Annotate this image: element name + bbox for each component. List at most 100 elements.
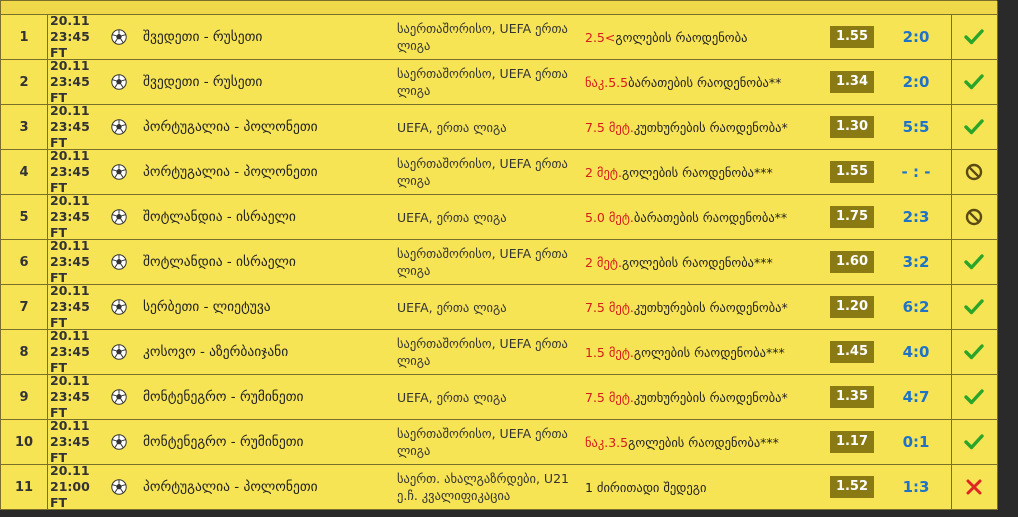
final-score: 5:5 (881, 105, 952, 149)
check-icon (964, 73, 984, 91)
bet-line-highlight: 7.5 მეტ. (585, 299, 634, 315)
match-datetime: 20.11 23:45 FT (50, 373, 110, 420)
match-date: 20.11 (50, 103, 90, 118)
bet-status (952, 420, 996, 464)
row-number: 2 (1, 60, 48, 104)
final-score: 3:2 (881, 240, 952, 284)
match-teams[interactable]: პორტუგალია - პოლონეთი (143, 105, 383, 149)
match-date: 20.11 (50, 13, 90, 28)
table-right-border (997, 1, 998, 510)
table-row-10[interactable]: 10 20.11 23:45 FT მონტენეგრო - რუმინეთი … (1, 418, 997, 465)
odds-value: 1.60 (830, 251, 874, 273)
match-date: 20.11 (50, 463, 90, 478)
odds-badge: 1.55 (830, 150, 874, 194)
match-date: 20.11 (50, 283, 90, 298)
match-teams[interactable]: პორტუგალია - პოლონეთი (143, 150, 383, 194)
match-date: 20.11 (50, 373, 90, 388)
bet-selection: 2.5< გოლების რაოდენობა (585, 15, 825, 59)
odds-value: 1.34 (830, 71, 874, 93)
bet-status (952, 150, 996, 194)
match-datetime: 20.11 23:45 FT (50, 283, 110, 330)
bet-status (952, 375, 996, 419)
league-name: UEFA, ერთა ლიგა (397, 119, 507, 135)
bet-market: კუთხურების რაოდენობა* (633, 299, 788, 315)
table-row-9[interactable]: 9 20.11 23:45 FT მონტენეგრო - რუმინეთი U… (1, 373, 997, 420)
bet-market: გოლების რაოდენობა (615, 29, 748, 45)
soccer-ball-icon (108, 420, 130, 464)
void-icon (965, 208, 983, 226)
bet-market: კუთხურების რაოდენობა* (633, 119, 788, 135)
table-row-1[interactable]: 1 20.11 23:45 FT შვედეთი - რუსეთი საერთა… (1, 13, 997, 60)
match-teams[interactable]: შვედეთი - რუსეთი (143, 60, 383, 104)
bet-selection: ნაკ.3.5 გოლების რაოდენობა*** (585, 420, 825, 464)
odds-value: 1.17 (830, 431, 874, 453)
bet-status (952, 15, 996, 59)
soccer-ball-icon (108, 330, 130, 374)
row-number: 10 (1, 420, 48, 464)
table-row-4[interactable]: 4 20.11 23:45 FT პორტუგალია - პოლონეთი ს… (1, 148, 997, 195)
match-teams[interactable]: მონტენეგრო - რუმინეთი (143, 375, 383, 419)
bet-selection: 5.0 მეტ. ბარათების რაოდენობა** (585, 195, 825, 239)
league-name: საერთაშორისო, UEFA ერთა ლიგა (397, 66, 568, 98)
match-teams[interactable]: სერბეთი - ლიეტუვა (143, 285, 383, 329)
odds-value: 1.30 (830, 116, 874, 138)
bet-line-highlight: 5.0 მეტ. (585, 209, 634, 225)
match-date: 20.11 (50, 418, 90, 433)
bet-line-highlight: 7.5 მეტ. (585, 119, 634, 135)
bet-market: კუთხურების რაოდენობა* (633, 389, 788, 405)
match-datetime: 20.11 23:45 FT (50, 58, 110, 105)
match-teams[interactable]: მონტენეგრო - რუმინეთი (143, 420, 383, 464)
check-icon (964, 118, 984, 136)
match-datetime: 20.11 23:45 FT (50, 148, 110, 195)
table-body: 1 20.11 23:45 FT შვედეთი - რუსეთი საერთა… (1, 13, 997, 510)
match-time-status: 23:45 FT (50, 254, 90, 285)
league-name: საერთ. ახალგაზრდები, U21 ე.ჩ. კვალიფიკაც… (397, 471, 569, 503)
bet-selection: 1 ძირითადი შედეგი (585, 465, 825, 509)
row-number: 4 (1, 150, 48, 194)
table-row-3[interactable]: 3 20.11 23:45 FT პორტუგალია - პოლონეთი U… (1, 103, 997, 150)
match-time-status: 23:45 FT (50, 209, 90, 240)
match-time-status: 23:45 FT (50, 164, 90, 195)
odds-value: 1.45 (830, 341, 874, 363)
odds-badge: 1.34 (830, 60, 874, 104)
final-score: 2:0 (881, 15, 952, 59)
bet-selection: 7.5 მეტ. კუთხურების რაოდენობა* (585, 105, 825, 149)
bet-status (952, 60, 996, 104)
row-number: 7 (1, 285, 48, 329)
odds-value: 1.75 (830, 206, 874, 228)
odds-badge: 1.45 (830, 330, 874, 374)
odds-badge: 1.60 (830, 240, 874, 284)
row-number: 9 (1, 375, 48, 419)
table-row-2[interactable]: 2 20.11 23:45 FT შვედეთი - რუსეთი საერთა… (1, 58, 997, 105)
odds-badge: 1.52 (830, 465, 874, 509)
table-row-7[interactable]: 7 20.11 23:45 FT სერბეთი - ლიეტუვა UEFA,… (1, 283, 997, 330)
match-datetime: 20.11 23:45 FT (50, 328, 110, 375)
match-date: 20.11 (50, 148, 90, 163)
match-teams[interactable]: კოსოვო - აზერბაიჯანი (143, 330, 383, 374)
table-row-5[interactable]: 5 20.11 23:45 FT შოტლანდია - ისრაელი UEF… (1, 193, 997, 240)
soccer-ball-icon (108, 285, 130, 329)
bet-line-highlight: 7.5 მეტ. (585, 389, 634, 405)
table-row-8[interactable]: 8 20.11 23:45 FT კოსოვო - აზერბაიჯანი სა… (1, 328, 997, 375)
soccer-ball-icon (108, 105, 130, 149)
match-datetime: 20.11 23:45 FT (50, 103, 110, 150)
odds-value: 1.55 (830, 26, 874, 48)
odds-badge: 1.17 (830, 420, 874, 464)
final-score: 1:3 (881, 465, 952, 509)
match-teams[interactable]: შოტლანდია - ისრაელი (143, 195, 383, 239)
table-row-11[interactable]: 11 20.11 21:00 FT პორტუგალია - პოლონეთი … (1, 463, 997, 510)
league-name: UEFA, ერთა ლიგა (397, 389, 507, 405)
league-name: საერთაშორისო, UEFA ერთა ლიგა (397, 21, 568, 53)
bet-status (952, 465, 996, 509)
match-teams[interactable]: შოტლანდია - ისრაელი (143, 240, 383, 284)
bet-selection: 7.5 მეტ. კუთხურების რაოდენობა* (585, 285, 825, 329)
match-teams[interactable]: პორტუგალია - პოლონეთი (143, 465, 383, 509)
bet-status (952, 195, 996, 239)
table-row-6[interactable]: 6 20.11 23:45 FT შოტლანდია - ისრაელი საე… (1, 238, 997, 285)
table-top-strip (1, 1, 997, 15)
bet-status (952, 105, 996, 149)
soccer-ball-icon (108, 240, 130, 284)
bet-market: 1 ძირითადი შედეგი (585, 479, 707, 495)
match-teams[interactable]: შვედეთი - რუსეთი (143, 15, 383, 59)
bet-line-highlight: ნაკ.5.5 (585, 74, 629, 90)
